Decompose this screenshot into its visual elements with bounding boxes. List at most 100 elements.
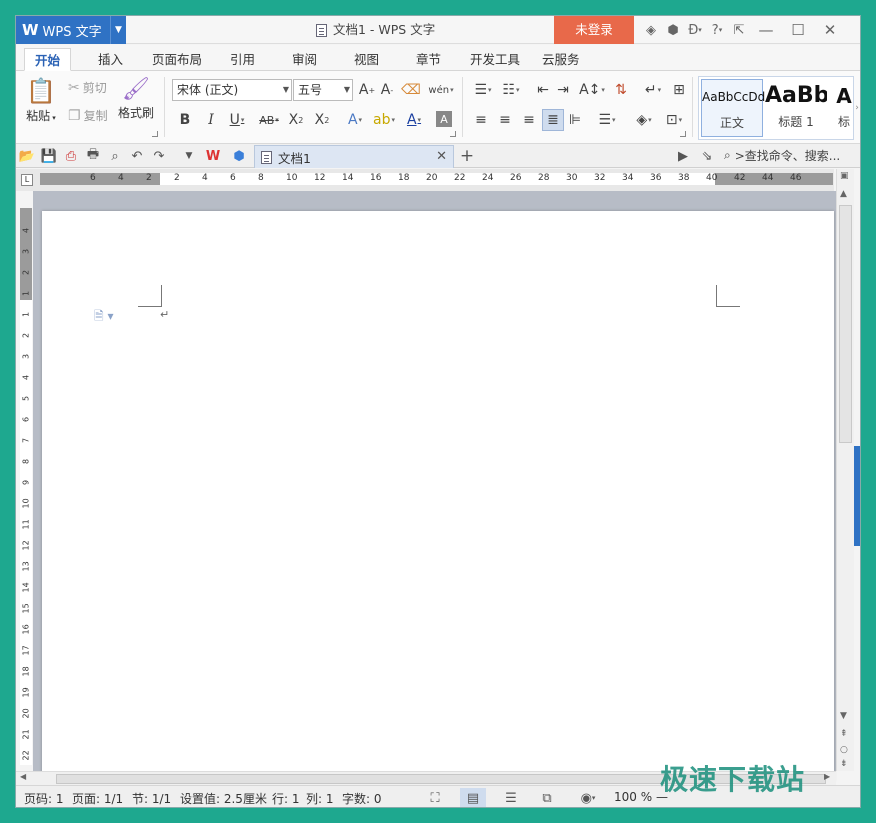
paste-button[interactable]: 📋 粘贴 ▾ [26,77,56,124]
grow-font-icon[interactable]: A + [358,79,376,101]
paragraph-launcher-icon[interactable] [680,131,686,137]
tab-references[interactable]: 引用 [220,48,265,71]
text-effect-icon[interactable]: A ▾ [342,109,368,131]
export-pdf-icon[interactable]: ⎙ [62,147,80,165]
tab-selector-icon[interactable]: L [21,174,33,186]
chevron-right-icon[interactable]: › [852,97,860,119]
app-menu-dropdown-icon[interactable]: ▼ [110,16,126,44]
style-heading-2[interactable]: A 标 [829,79,853,137]
settings-icon[interactable]: ⬢ [662,16,684,44]
new-tab-icon[interactable]: + [458,146,476,166]
page-view-icon[interactable]: ▤ [460,788,486,807]
close-icon[interactable]: ✕ [814,16,846,44]
share-icon[interactable]: ⇘ [698,147,716,165]
copy-button[interactable]: ❐ 复制 [68,107,108,124]
status-column[interactable]: 列: 1 [306,790,334,807]
status-page-number[interactable]: 页码: 1 [24,790,64,807]
italic-icon[interactable]: I [202,109,220,131]
wps-logo-icon[interactable]: W [204,147,222,165]
font-launcher-icon[interactable] [450,131,456,137]
tab-insert[interactable]: 插入 [88,48,133,71]
style-heading-1[interactable]: AaBb 标题 1 [765,79,827,137]
zoom-level[interactable]: 100 % [614,790,652,804]
clipboard-launcher-icon[interactable] [152,131,158,137]
increase-indent-icon[interactable]: ⇥ [554,79,572,101]
tab-developer[interactable]: 开发工具 [460,48,530,71]
shrink-font-icon[interactable]: A- [378,79,396,101]
phonetic-guide-icon[interactable]: wén ▾ [426,79,456,101]
customize-dropdown-icon[interactable]: ▼ [180,147,198,165]
tab-home[interactable]: 开始 [24,48,72,71]
line-break-icon[interactable]: ↵ ▾ [640,79,666,101]
web-view-icon[interactable]: ⧉ [534,788,560,807]
open-icon[interactable]: 📂 [18,147,36,165]
justify-icon[interactable]: ≣ [542,109,564,131]
vertical-ruler[interactable]: 4 3 2 1 1 2 3 4 5 6 7 8 9 10 11 12 13 14 15 16 17 18 19 20 21 22 [20,208,32,765]
presentation-icon[interactable]: ▶ [674,147,692,165]
tab-review[interactable]: 审阅 [282,48,327,71]
borders-icon[interactable]: ⊡ ▾ [660,109,688,131]
scroll-thumb[interactable] [839,205,852,443]
font-family-select[interactable]: 宋体 (正文) ▼ [172,79,292,101]
tab-chapter[interactable]: 章节 [406,48,451,71]
format-painter-button[interactable]: 🖌 格式刷 [118,77,154,121]
superscript-icon[interactable]: X2 [286,109,306,131]
scroll-right-icon[interactable]: ▶ [824,772,830,781]
status-row[interactable]: 行: 1 [272,790,300,807]
next-page-icon[interactable]: ⇟ [840,759,848,769]
print-preview-icon[interactable]: ⌕ [106,147,124,165]
align-right-icon[interactable]: ≡ [520,109,538,131]
status-setting-value[interactable]: 设置值: 2.5厘米 [180,790,267,807]
view-toggle-icon[interactable]: ▣ [840,171,849,181]
cube-icon[interactable]: ⬢ [230,147,248,165]
redo-icon[interactable]: ↷ [150,147,168,165]
fullscreen-reading-icon[interactable]: ⛶ [422,788,448,807]
sort-icon[interactable]: ⇅ [612,79,630,101]
close-tab-icon[interactable]: ✕ [436,149,447,164]
scroll-left-icon[interactable]: ◀ [20,772,26,781]
outline-view-icon[interactable]: ☰ [498,788,524,807]
feedback-icon[interactable]: Ð ▾ [684,16,706,44]
clear-format-icon[interactable]: ⌫ [401,79,421,101]
browse-object-icon[interactable]: ○ [840,745,848,755]
strikethrough-icon[interactable]: AB ▾ [254,109,284,131]
align-left-icon[interactable]: ≡ [472,109,490,131]
underline-icon[interactable]: U ▾ [224,109,250,131]
status-section[interactable]: 节: 1/1 [132,790,171,807]
font-size-select[interactable]: 五号 ▼ [293,79,353,101]
align-center-icon[interactable]: ≡ [496,109,514,131]
side-panel-toggle[interactable] [854,446,860,546]
table-icon[interactable]: ⊞ [670,79,688,101]
vertical-scrollbar[interactable]: ▣ ▲ ▼ ⇞ ○ ⇟ [836,169,854,771]
highlight-icon[interactable]: ab ▾ [370,109,398,131]
minimize-icon[interactable]: — [750,16,782,44]
tab-page-layout[interactable]: 页面布局 [142,48,212,71]
distributed-icon[interactable]: ⊫ [566,109,584,131]
char-shading-icon[interactable]: A [436,111,452,127]
decrease-indent-icon[interactable]: ⇤ [534,79,552,101]
command-search[interactable]: ⌕ >查找命令、搜索... [724,147,840,164]
change-case-icon[interactable]: A↕ ▾ [578,79,606,101]
print-icon[interactable]: 🖶 [84,147,102,165]
horizontal-ruler[interactable]: 6 4 2 2 4 6 8 10 12 14 16 18 20 22 24 26 28 30 32 34 36 38 40 4… [40,173,833,185]
tab-view[interactable]: 视图 [344,48,389,71]
font-color-icon[interactable]: A ▾ [400,109,428,131]
subscript-icon[interactable]: X2 [312,109,332,131]
scroll-up-icon[interactable]: ▲ [840,189,847,199]
help-icon[interactable]: ? ▾ [706,16,728,44]
style-normal[interactable]: AaBbCcDd 正文 [701,79,765,137]
fullscreen-icon[interactable]: ⇱ [728,16,750,44]
tab-cloud[interactable]: 云服务 [532,48,590,71]
undo-icon[interactable]: ↶ [128,147,146,165]
shading-icon[interactable]: ◈ ▾ [630,109,658,131]
eye-protection-icon[interactable]: ◉ ▾ [572,788,604,807]
scroll-down-icon[interactable]: ▼ [840,711,847,721]
paragraph-layout-icon[interactable]: 🗎 ▾ [94,307,114,328]
login-button[interactable]: 未登录 [554,16,634,44]
line-spacing-icon[interactable]: ☰ ▾ [594,109,620,131]
bold-icon[interactable]: B [176,109,194,131]
document-page[interactable]: 🗎 ▾ ↵ [42,211,834,781]
bullets-icon[interactable]: ☰ ▾ [470,79,496,101]
status-pages[interactable]: 页面: 1/1 [72,790,123,807]
cut-button[interactable]: ✂ 剪切 [68,79,107,96]
